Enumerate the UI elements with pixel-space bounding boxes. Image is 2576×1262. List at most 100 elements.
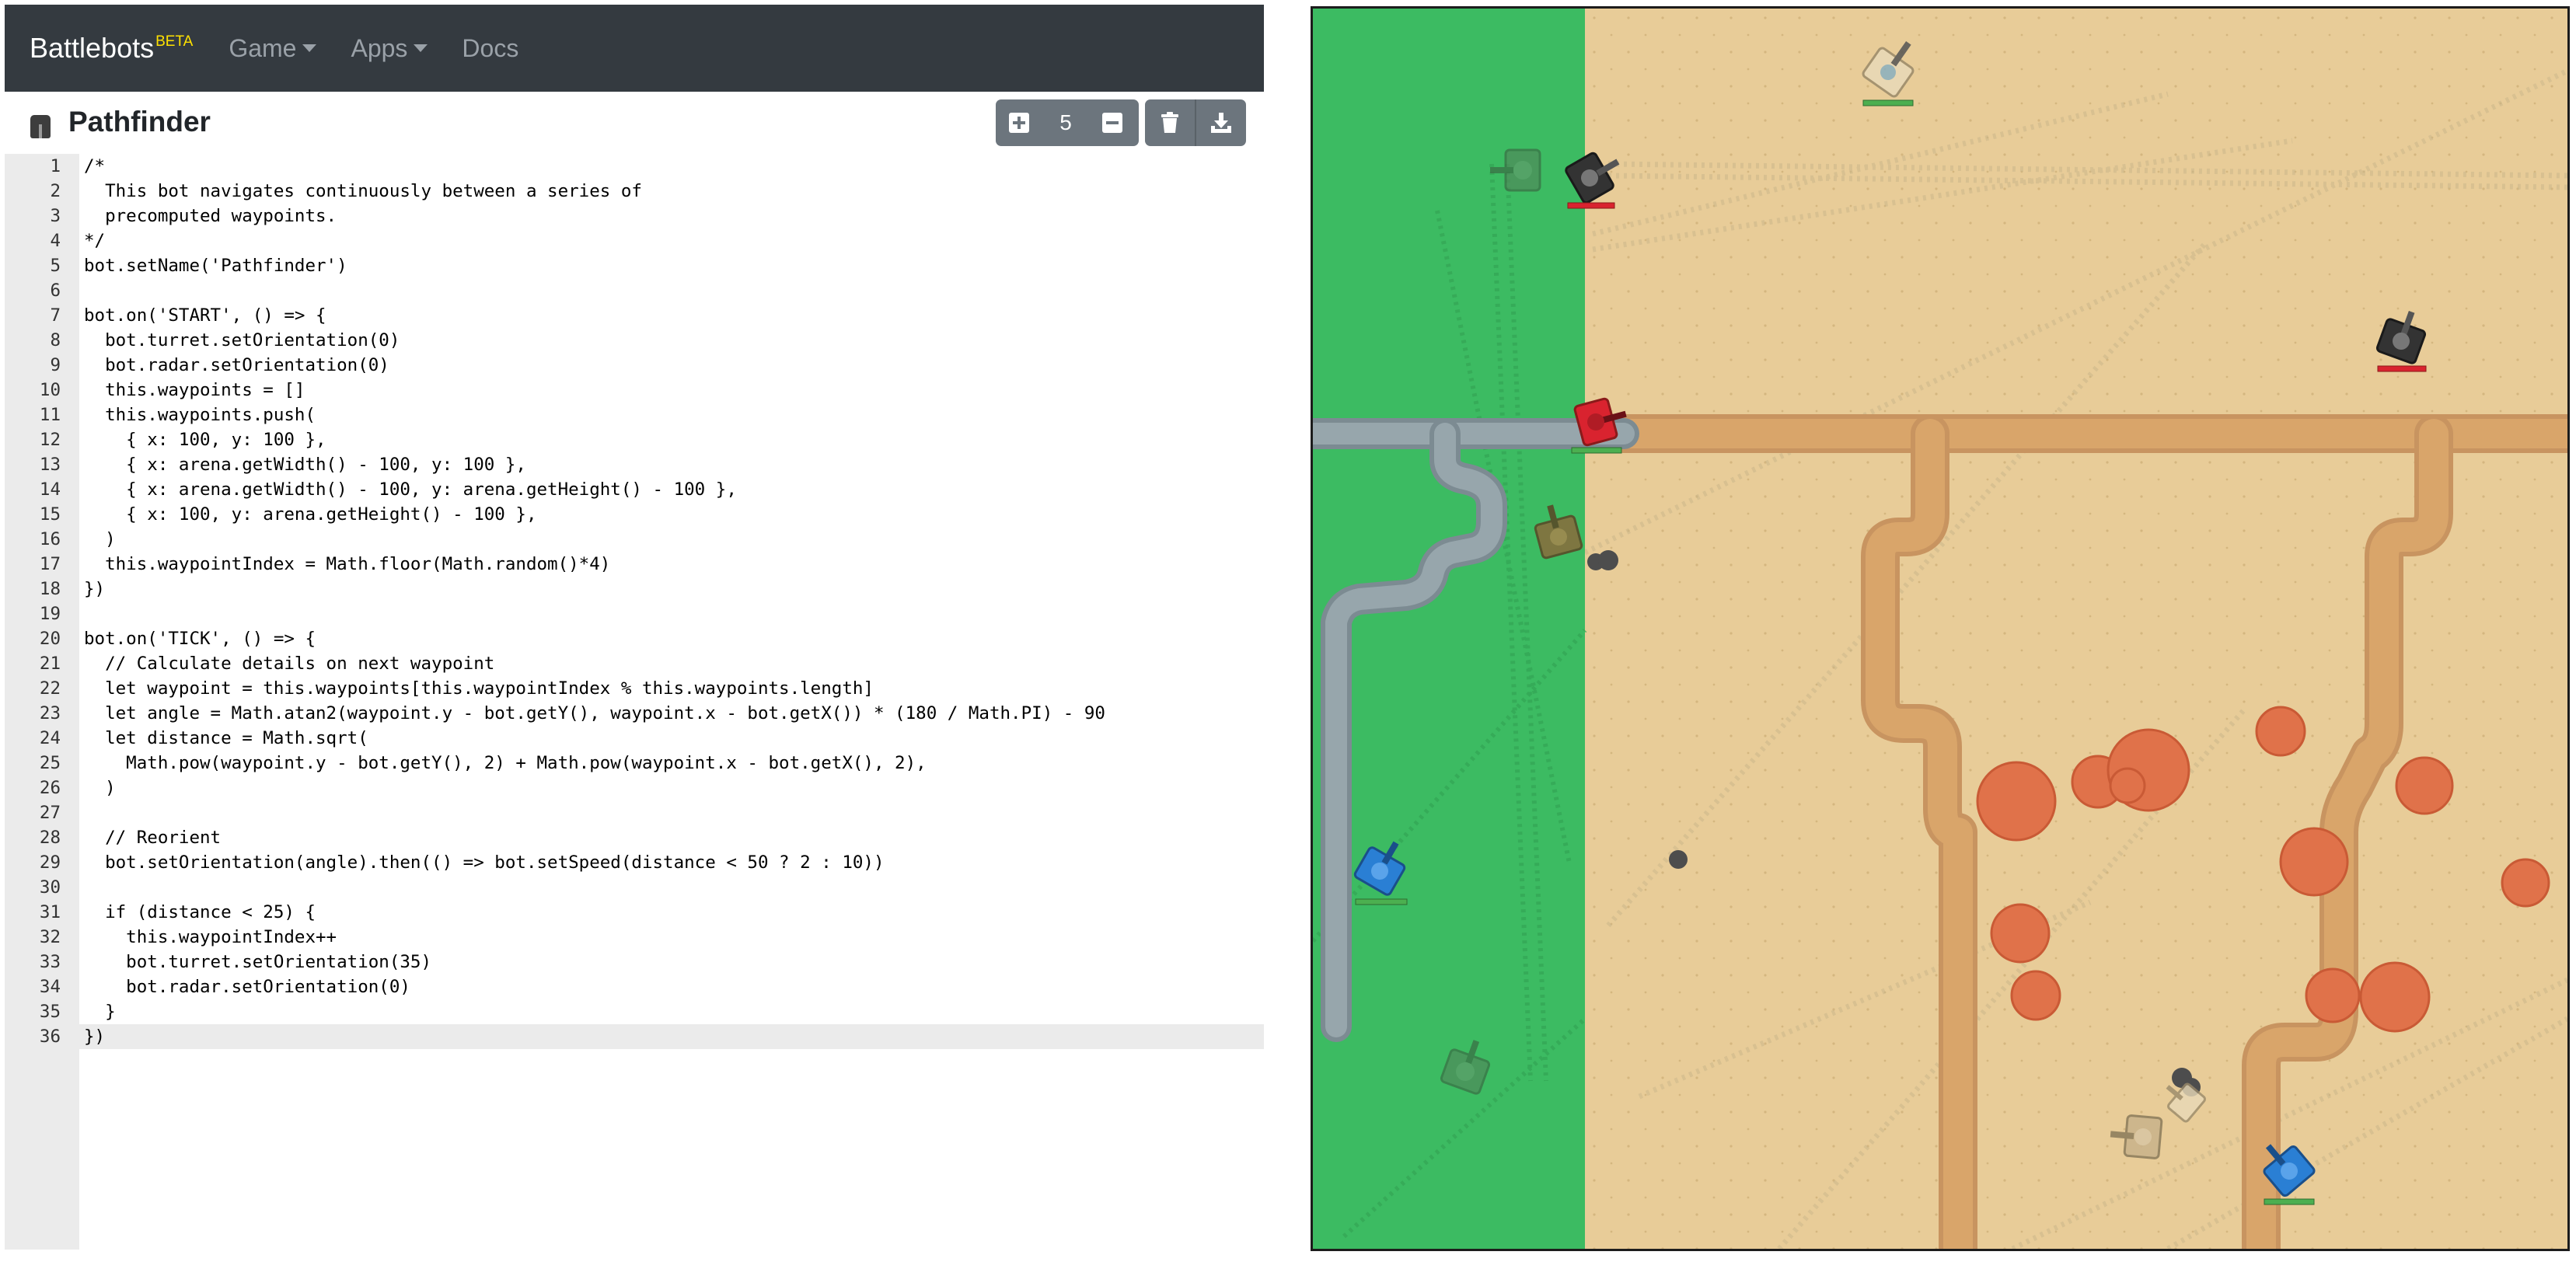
sand-texture [1585,9,2567,1249]
code-line[interactable]: 21 // Calculate details on next waypoint [5,651,1264,676]
line-text[interactable]: bot.on('TICK', () => { [84,626,316,651]
remove-bot-button[interactable] [1089,99,1136,146]
code-line[interactable]: 23 let angle = Math.atan2(waypoint.y - b… [5,701,1264,726]
code-line[interactable]: 25 Math.pow(waypoint.y - bot.getY(), 2) … [5,751,1264,776]
code-line[interactable]: 31 if (distance < 25) { [5,900,1264,925]
line-text[interactable]: this.waypointIndex++ [84,925,337,950]
line-number: 12 [39,430,61,450]
code-line[interactable]: 17 this.waypointIndex = Math.floor(Math.… [5,552,1264,577]
nav-apps-label[interactable]: Apps [351,34,407,63]
code-line[interactable]: 28 // Reorient [5,825,1264,850]
line-text[interactable]: this.waypointIndex = Math.floor(Math.ran… [84,552,610,577]
line-text[interactable]: // Reorient [84,825,221,850]
line-text[interactable]: bot.radar.setOrientation(0) [84,974,410,999]
line-number: 15 [39,504,61,525]
code-line[interactable]: 12 { x: 100, y: 100 }, [5,427,1264,452]
download-bot-button[interactable] [1196,99,1246,146]
code-line[interactable]: 22 let waypoint = this.waypoints[this.wa… [5,676,1264,701]
health-bar [1862,99,1914,106]
code-line[interactable]: 11 this.waypoints.push( [5,403,1264,427]
code-line[interactable]: 36}) [5,1024,1264,1049]
code-line[interactable]: 15 { x: 100, y: arena.getHeight() - 100 … [5,502,1264,527]
code-line[interactable]: 6 [5,278,1264,303]
code-line[interactable]: 26 ) [5,776,1264,800]
line-number: 34 [39,977,61,997]
line-text[interactable]: This bot navigates continuously between … [84,179,642,204]
code-line[interactable]: 30 [5,875,1264,900]
code-line[interactable]: 13 { x: arena.getWidth() - 100, y: 100 }… [5,452,1264,477]
line-number: 30 [39,877,61,898]
code-line[interactable]: 16 ) [5,527,1264,552]
line-text[interactable]: bot.radar.setOrientation(0) [84,353,389,378]
code-line[interactable]: 19 [5,601,1264,626]
delete-bot-button[interactable] [1145,99,1195,146]
code-line[interactable]: 7 bot.on('START', () => { [5,303,1264,328]
nav-game-label[interactable]: Game [229,34,296,63]
line-text[interactable]: this.waypoints = [] [84,378,305,403]
code-line[interactable]: 2 This bot navigates continuously betwee… [5,179,1264,204]
nav-docs-label[interactable]: Docs [462,34,518,63]
brand-name[interactable]: Battlebots [30,32,154,64]
code-line[interactable]: 20 bot.on('TICK', () => { [5,626,1264,651]
code-line[interactable]: 8 bot.turret.setOrientation(0) [5,328,1264,353]
line-text[interactable]: ) [84,527,116,552]
line-text[interactable]: { x: arena.getWidth() - 100, y: arena.ge… [84,477,737,502]
code-lines[interactable]: 1 /* 2 This bot navigates continuously bet… [5,154,1264,1049]
line-text[interactable]: bot.turret.setOrientation(35) [84,950,431,974]
line-text[interactable]: bot.on('START', () => { [84,303,326,328]
nav-apps-menu[interactable]: Apps [351,34,428,63]
line-text[interactable]: { x: 100, y: arena.getHeight() - 100 }, [84,502,536,527]
arena-canvas [1313,9,2567,1249]
code-line[interactable]: 24 let distance = Math.sqrt( [5,726,1264,751]
line-text[interactable]: { x: arena.getWidth() - 100, y: 100 }, [84,452,526,477]
code-line[interactable]: 9 bot.radar.setOrientation(0) [5,353,1264,378]
nav-game-menu[interactable]: Game [229,34,317,63]
add-bot-button[interactable] [996,99,1042,146]
line-text[interactable]: Math.pow(waypoint.y - bot.getY(), 2) + M… [84,751,927,776]
code-line[interactable]: 32 this.waypointIndex++ [5,925,1264,950]
line-number: 28 [39,828,61,848]
line-text[interactable]: */ [84,228,105,253]
code-line[interactable]: 29 bot.setOrientation(angle).then(() => … [5,850,1264,875]
line-text[interactable]: bot.setName('Pathfinder') [84,253,347,278]
line-number: 21 [39,654,61,674]
line-text[interactable]: } [84,999,116,1024]
code-line[interactable]: 33 bot.turret.setOrientation(35) [5,950,1264,974]
line-number: 4 [50,231,61,251]
code-editor[interactable]: 1 /* 2 This bot navigates continuously bet… [5,154,1264,1250]
line-text[interactable]: let angle = Math.atan2(waypoint.y - bot.… [84,701,1105,726]
health-bar [2377,365,2427,372]
code-line[interactable]: 1 /* [5,154,1264,179]
line-text[interactable]: }) [84,577,105,601]
line-text[interactable]: let waypoint = this.waypoints[this.waypo… [84,676,874,701]
health-bar [1567,202,1615,209]
bot-count: 5 [1059,110,1072,134]
code-line[interactable]: 35 } [5,999,1264,1024]
line-number: 35 [39,1002,61,1022]
code-line[interactable]: 27 [5,800,1264,825]
beta-badge: BETA [155,33,194,50]
line-text[interactable]: }) [84,1024,105,1049]
code-line[interactable]: 5 bot.setName('Pathfinder') [5,253,1264,278]
line-text[interactable]: { x: 100, y: 100 }, [84,427,326,452]
line-text[interactable]: // Calculate details on next waypoint [84,651,494,676]
line-text[interactable]: this.waypoints.push( [84,403,316,427]
app-root: Battlebots BETA Game Apps Docs Pathfinde… [0,0,2576,1262]
line-text[interactable]: /* [84,154,105,179]
line-text[interactable]: precomputed waypoints. [84,204,337,228]
code-line[interactable]: 14 { x: arena.getWidth() - 100, y: arena… [5,477,1264,502]
line-text[interactable]: let distance = Math.sqrt( [84,726,368,751]
line-text[interactable]: if (distance < 25) { [84,900,316,925]
nav-docs-link[interactable]: Docs [462,34,518,63]
code-line[interactable]: 4 */ [5,228,1264,253]
code-line[interactable]: 10 this.waypoints = [] [5,378,1264,403]
line-text[interactable]: bot.turret.setOrientation(0) [84,328,400,353]
line-text[interactable]: bot.setOrientation(angle).then(() => bot… [84,850,884,875]
code-line[interactable]: 34 bot.radar.setOrientation(0) [5,974,1264,999]
code-line[interactable]: 3 precomputed waypoints. [5,204,1264,228]
line-number: 1 [50,156,61,176]
line-number: 13 [39,455,61,475]
brand[interactable]: Battlebots BETA [30,32,193,64]
line-text[interactable]: ) [84,776,116,800]
code-line[interactable]: 18}) [5,577,1264,601]
